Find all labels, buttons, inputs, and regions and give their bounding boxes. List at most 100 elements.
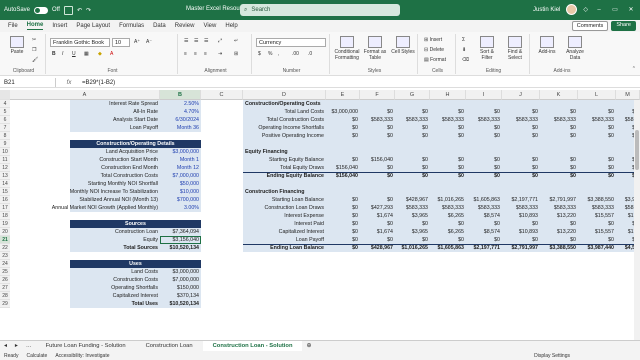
- tab-construction-loan[interactable]: Construction Loan: [136, 341, 203, 352]
- schedule-value-cell[interactable]: $3,987,440: [578, 244, 616, 252]
- delete-cells-button[interactable]: ⊟ Delete: [424, 47, 444, 53]
- row-header[interactable]: 27: [0, 284, 10, 292]
- menu-page-layout[interactable]: Page Layout: [76, 23, 110, 30]
- row-header[interactable]: 11: [0, 156, 10, 164]
- column-header-b[interactable]: B: [160, 90, 201, 100]
- sources-value-cell[interactable]: $7,364,094: [160, 228, 201, 236]
- column-header-k[interactable]: K: [540, 90, 578, 100]
- column-header-g[interactable]: G: [395, 90, 430, 100]
- row-header[interactable]: 20: [0, 228, 10, 236]
- tab-future-loan-funding-solution[interactable]: Future Loan Funding - Solution: [36, 341, 136, 352]
- schedule-value-cell[interactable]: $156,040: [326, 164, 360, 172]
- fill-icon[interactable]: ⬇: [462, 47, 466, 53]
- column-header-a[interactable]: A: [10, 90, 160, 100]
- column-header-h[interactable]: H: [430, 90, 466, 100]
- schedule-value-cell[interactable]: $0: [326, 196, 360, 204]
- schedule-value-cell[interactable]: $583,333: [578, 116, 616, 124]
- schedule-value-cell[interactable]: $0: [326, 220, 360, 228]
- co-detail-value-cell[interactable]: Month 1: [160, 156, 201, 164]
- schedule-value-cell[interactable]: $0: [395, 220, 430, 228]
- schedule-value-cell[interactable]: $583,333: [502, 204, 540, 212]
- restore-icon[interactable]: ▭: [610, 6, 620, 13]
- row-header[interactable]: 29: [0, 300, 10, 308]
- sources-value-cell[interactable]: $10,520,134: [160, 244, 201, 252]
- format-cells-button[interactable]: ▤ Format: [424, 57, 446, 63]
- avatar[interactable]: [566, 4, 578, 15]
- schedule-value-cell[interactable]: $0: [395, 164, 430, 172]
- row-header[interactable]: 18: [0, 212, 10, 220]
- autosave-toggle[interactable]: [34, 6, 49, 14]
- row-header[interactable]: 17: [0, 204, 10, 212]
- uses-value-cell[interactable]: $370,134: [160, 292, 201, 300]
- schedule-value-cell[interactable]: $0: [360, 196, 395, 204]
- search-box[interactable]: ⌕ Search: [240, 4, 400, 16]
- schedule-value-cell[interactable]: $0: [466, 124, 502, 132]
- schedule-value-cell[interactable]: $156,040: [326, 172, 360, 180]
- add-sheet-icon[interactable]: ⊕: [302, 341, 315, 352]
- schedule-value-cell[interactable]: $6,265: [430, 228, 466, 236]
- fx-icon[interactable]: fx: [56, 80, 82, 86]
- schedule-value-cell[interactable]: $0: [430, 132, 466, 140]
- schedule-value-cell[interactable]: $6,265: [430, 212, 466, 220]
- schedule-value-cell[interactable]: $2,197,771: [466, 244, 502, 252]
- assumption-value-cell[interactable]: Month 36: [160, 124, 201, 132]
- share-button[interactable]: Share: [611, 21, 636, 31]
- column-header-m[interactable]: M: [616, 90, 640, 100]
- schedule-value-cell[interactable]: $0: [326, 156, 360, 164]
- menu-formulas[interactable]: Formulas: [119, 23, 144, 30]
- schedule-value-cell[interactable]: $0: [326, 204, 360, 212]
- font-color-icon[interactable]: A: [110, 51, 113, 57]
- schedule-value-cell[interactable]: $0: [360, 220, 395, 228]
- schedule-value-cell[interactable]: $15,557: [578, 212, 616, 220]
- row-header[interactable]: 24: [0, 260, 10, 268]
- menu-view[interactable]: View: [203, 23, 216, 30]
- schedule-value-cell[interactable]: $0: [578, 164, 616, 172]
- cut-icon[interactable]: ✂: [32, 37, 36, 43]
- row-header[interactable]: 22: [0, 244, 10, 252]
- decrease-decimal-icon[interactable]: .0: [308, 51, 312, 57]
- schedule-value-cell[interactable]: $583,333: [578, 204, 616, 212]
- name-box[interactable]: B21: [0, 78, 56, 87]
- schedule-value-cell[interactable]: $0: [578, 132, 616, 140]
- schedule-value-cell[interactable]: $428,967: [395, 196, 430, 204]
- schedule-value-cell[interactable]: $0: [540, 164, 578, 172]
- co-detail-value-cell[interactable]: 3.00%: [160, 204, 201, 212]
- schedule-value-cell[interactable]: $0: [578, 124, 616, 132]
- schedule-value-cell[interactable]: $0: [466, 164, 502, 172]
- row-header[interactable]: 5: [0, 108, 10, 116]
- co-detail-value-cell[interactable]: $700,000: [160, 196, 201, 204]
- analyze-data-button[interactable]: Analyze Data: [562, 36, 588, 61]
- schedule-value-cell[interactable]: $0: [430, 156, 466, 164]
- undo-icon[interactable]: ↶: [77, 7, 82, 14]
- menu-data[interactable]: Data: [153, 23, 166, 30]
- menu-review[interactable]: Review: [175, 23, 195, 30]
- schedule-value-cell[interactable]: $3,388,550: [578, 196, 616, 204]
- schedule-value-cell[interactable]: $0: [466, 236, 502, 244]
- co-detail-value-cell[interactable]: $3,000,000: [160, 148, 201, 156]
- schedule-value-cell[interactable]: $0: [326, 212, 360, 220]
- schedule-value-cell[interactable]: $583,333: [466, 204, 502, 212]
- schedule-value-cell[interactable]: $0: [395, 156, 430, 164]
- schedule-value-cell[interactable]: $0: [466, 220, 502, 228]
- schedule-value-cell[interactable]: $0: [430, 124, 466, 132]
- schedule-value-cell[interactable]: $583,333: [540, 116, 578, 124]
- schedule-value-cell[interactable]: $0: [502, 108, 540, 116]
- assumption-value-cell[interactable]: 4.70%: [160, 108, 201, 116]
- row-header[interactable]: 26: [0, 276, 10, 284]
- assumption-value-cell[interactable]: 6/30/2024: [160, 116, 201, 124]
- format-as-table-button[interactable]: Format as Table: [362, 36, 388, 61]
- insert-cells-button[interactable]: ⊞ Insert: [424, 37, 442, 43]
- schedule-value-cell[interactable]: $1,016,265: [395, 244, 430, 252]
- addins-button[interactable]: Add-ins: [534, 36, 560, 55]
- schedule-value-cell[interactable]: $0: [430, 172, 466, 180]
- co-detail-value-cell[interactable]: $10,000: [160, 188, 201, 196]
- schedule-value-cell[interactable]: $0: [502, 172, 540, 180]
- row-header[interactable]: 19: [0, 220, 10, 228]
- selected-cell-b21[interactable]: [160, 236, 201, 244]
- select-all-corner[interactable]: [0, 90, 10, 100]
- menu-insert[interactable]: Insert: [52, 23, 67, 30]
- borders-icon[interactable]: ▦: [84, 51, 89, 57]
- schedule-value-cell[interactable]: $0: [502, 156, 540, 164]
- row-header[interactable]: 4: [0, 100, 10, 108]
- column-header-i[interactable]: I: [466, 90, 502, 100]
